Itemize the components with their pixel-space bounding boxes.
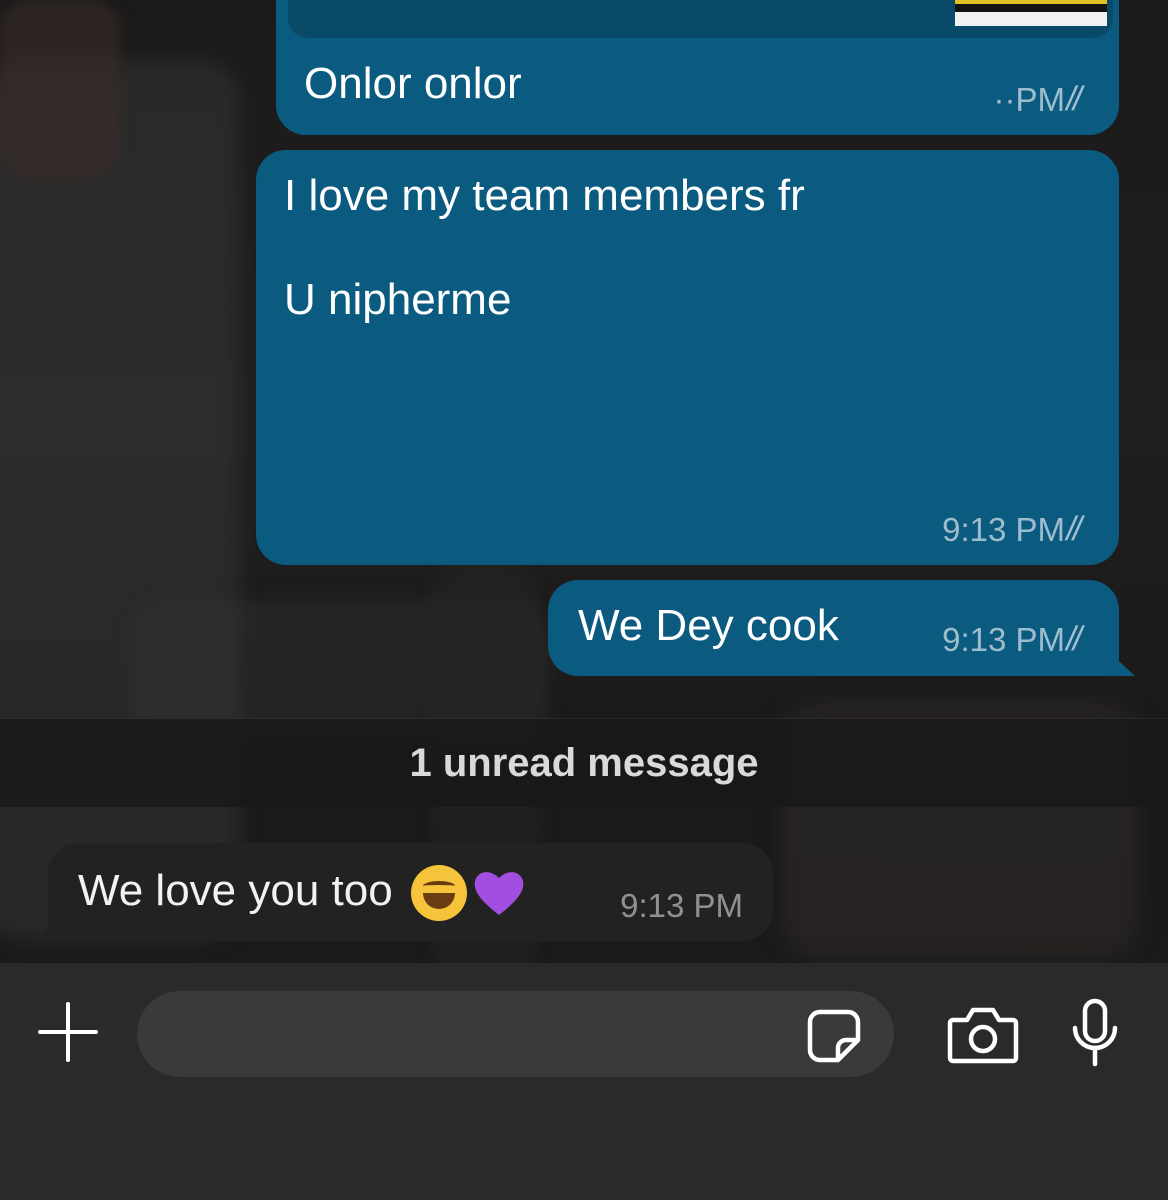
message-meta: ··PM // — [994, 80, 1089, 119]
double-check-icon: // — [1069, 80, 1077, 118]
camera-icon[interactable] — [947, 1006, 1019, 1064]
face-with-tears-of-joy-icon — [410, 865, 467, 922]
bubble-tail — [32, 913, 62, 941]
double-check-icon: // — [1069, 510, 1077, 548]
message-bubble-outgoing[interactable]: Onlor onlor ··PM // — [276, 0, 1119, 135]
message-time: 9:13 PM — [620, 887, 743, 924]
message-content: We love you too — [78, 865, 527, 922]
message-text: We love you too — [78, 866, 393, 915]
message-bubble-outgoing[interactable]: I love my team members fr U nipherme 9:1… — [256, 150, 1119, 565]
message-input[interactable] — [137, 991, 894, 1077]
message-time: 9:13 PM — [942, 620, 1065, 658]
message-bubble-incoming[interactable]: We love you too 9:13 PM — [32, 843, 773, 941]
sticker-icon[interactable] — [806, 1008, 862, 1064]
bubble-tail — [1105, 648, 1135, 676]
plus-icon[interactable] — [38, 1002, 98, 1062]
quoted-media-preview[interactable] — [288, 0, 1113, 38]
message-time: ··PM — [993, 80, 1065, 118]
purple-heart-icon — [474, 872, 524, 916]
chat-screen: Onlor onlor ··PM // I love my team membe… — [0, 0, 1168, 1200]
message-bubble-outgoing[interactable]: We Dey cook 9:13 PM // — [548, 580, 1135, 676]
message-meta: 9:13 PM // — [942, 510, 1089, 549]
message-meta: 9:13 PM — [620, 887, 743, 925]
message-text: I love my team members fr U nipherme — [284, 171, 805, 324]
message-text: We Dey cook — [578, 601, 839, 650]
microphone-icon[interactable] — [1070, 998, 1120, 1068]
message-text: Onlor onlor — [304, 59, 522, 108]
message-meta: 9:13 PM // — [942, 620, 1089, 659]
unread-separator: 1 unread message — [0, 718, 1168, 807]
double-check-icon: // — [1069, 620, 1077, 658]
media-thumbnail — [955, 0, 1107, 26]
message-time: 9:13 PM — [942, 510, 1065, 548]
